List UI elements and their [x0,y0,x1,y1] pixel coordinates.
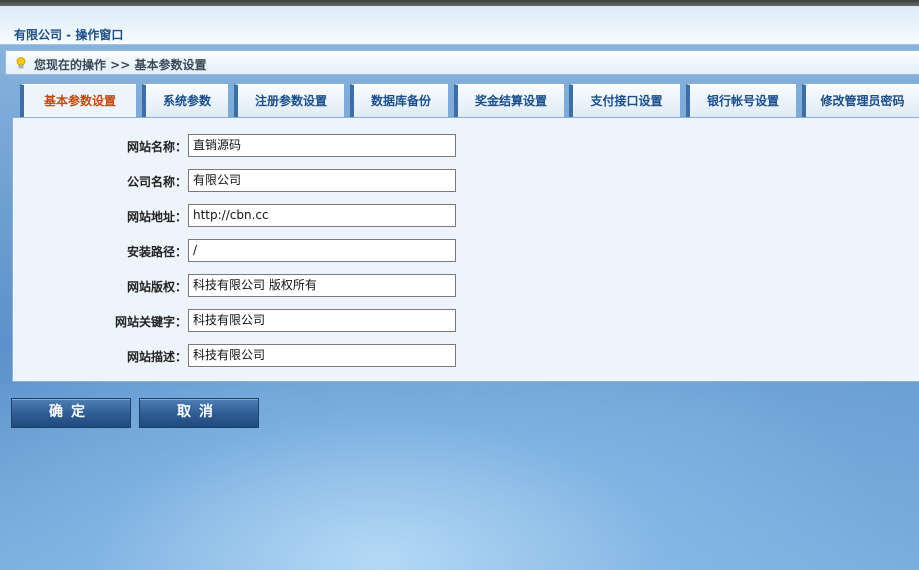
copyright-label: 网站版权： [126,280,187,294]
form-row-site-name: 网站名称： 直销源码 [13,134,613,158]
tab-bar: 基本参数设置 系统参数 注册参数设置 数据库备份 奖金结算设置 支付接口设置 银… [20,84,919,118]
company-name-label: 公司名称： [126,175,187,189]
tab-database-backup[interactable]: 数据库备份 [350,84,448,117]
tab-change-admin-password[interactable]: 修改管理员密码 [802,84,919,117]
tab-registration-settings[interactable]: 注册参数设置 [234,84,344,117]
site-name-label: 网站名称： [126,140,187,154]
description-label: 网站描述： [126,350,187,364]
tab-payment-interface[interactable]: 支付接口设置 [569,84,680,117]
install-path-label: 安装路径： [126,245,187,259]
keywords-label: 网站关键字： [114,315,187,329]
breadcrumb: 您现在的操作 >> 基本参数设置 [5,50,919,75]
site-url-input[interactable]: http://cbn.cc [188,204,456,227]
description-input[interactable]: 科技有限公司 [188,344,456,367]
form-row-keywords: 网站关键字： 科技有限公司 [13,309,613,333]
site-name-input[interactable]: 直销源码 [188,134,456,157]
form-row-company-name: 公司名称： 有限公司 [13,169,613,193]
window-title: 有限公司 - 操作窗口 [14,28,124,42]
install-path-input[interactable]: / [188,239,456,262]
window-title-bar: 有限公司 - 操作窗口 [0,6,919,45]
form-row-site-url: 网站地址： http://cbn.cc [13,204,613,228]
tab-basic-settings[interactable]: 基本参数设置 [20,84,136,118]
breadcrumb-text: 您现在的操作 >> 基本参数设置 [34,58,207,72]
form-row-install-path: 安装路径： / [13,239,613,263]
tab-system-params[interactable]: 系统参数 [142,84,228,117]
tab-bank-account[interactable]: 银行帐号设置 [686,84,796,117]
lightbulb-icon [16,57,26,69]
site-url-label: 网站地址： [126,210,187,224]
copyright-input[interactable]: 科技有限公司 版权所有 [188,274,456,297]
tab-bonus-settlement[interactable]: 奖金结算设置 [454,84,564,117]
company-name-input[interactable]: 有限公司 [188,169,456,192]
cancel-button[interactable]: 取消 [139,398,259,428]
form-row-copyright: 网站版权： 科技有限公司 版权所有 [13,274,613,298]
settings-panel: 网站名称： 直销源码 公司名称： 有限公司 网站地址： http://cbn.c… [12,117,919,382]
confirm-button[interactable]: 确定 [11,398,131,428]
keywords-input[interactable]: 科技有限公司 [188,309,456,332]
form-row-description: 网站描述： 科技有限公司 [13,344,613,368]
